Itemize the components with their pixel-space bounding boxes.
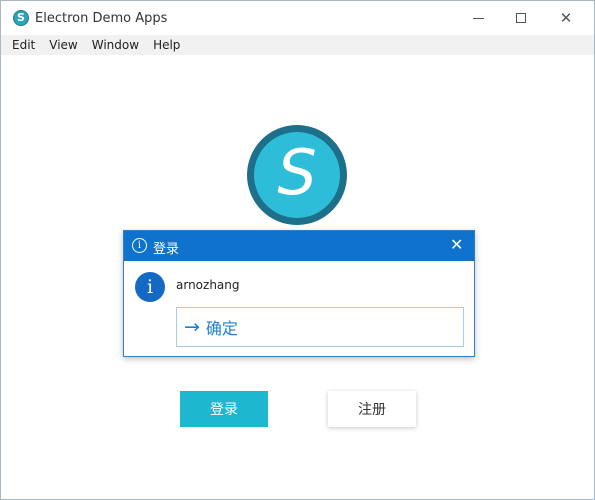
confirm-label: 确定 <box>205 319 238 338</box>
menu-item-view[interactable]: View <box>42 38 84 52</box>
app-logo-icon: S <box>13 10 29 26</box>
title-bar[interactable]: S Electron Demo Apps ✕ <box>1 1 594 35</box>
menu-item-help[interactable]: Help <box>146 38 187 52</box>
dialog-close-icon[interactable]: ✕ <box>450 236 463 254</box>
arrow-right-icon: → <box>184 316 200 338</box>
register-button[interactable]: 注册 <box>328 391 416 427</box>
info-icon: i <box>132 238 147 253</box>
menu-item-edit[interactable]: Edit <box>5 38 42 52</box>
app-logo: S <box>247 125 347 225</box>
dialog-title: 登录 <box>153 242 180 257</box>
login-dialog: i 登录 ✕ i arnozhang → 确定 <box>123 230 475 357</box>
window-title: Electron Demo Apps <box>35 11 168 26</box>
close-window-button[interactable]: ✕ <box>543 1 589 35</box>
info-large-icon: i <box>135 272 165 302</box>
confirm-button[interactable]: → 确定 <box>176 307 464 347</box>
maximize-icon <box>516 13 526 23</box>
minimize-button[interactable] <box>455 1 501 35</box>
logo-inner-circle: S <box>254 132 340 218</box>
menu-item-window[interactable]: Window <box>85 38 146 52</box>
menu-bar: Edit View Window Help <box>1 35 594 55</box>
minimize-icon <box>472 17 484 19</box>
app-window: S Electron Demo Apps ✕ Edit View Window … <box>0 0 595 500</box>
login-button[interactable]: 登录 <box>180 391 268 427</box>
close-icon: ✕ <box>559 8 573 27</box>
dialog-message: arnozhang <box>176 278 240 292</box>
logo-letter: S <box>277 136 317 209</box>
maximize-button[interactable] <box>498 1 544 35</box>
dialog-header[interactable]: i 登录 ✕ <box>124 231 474 261</box>
